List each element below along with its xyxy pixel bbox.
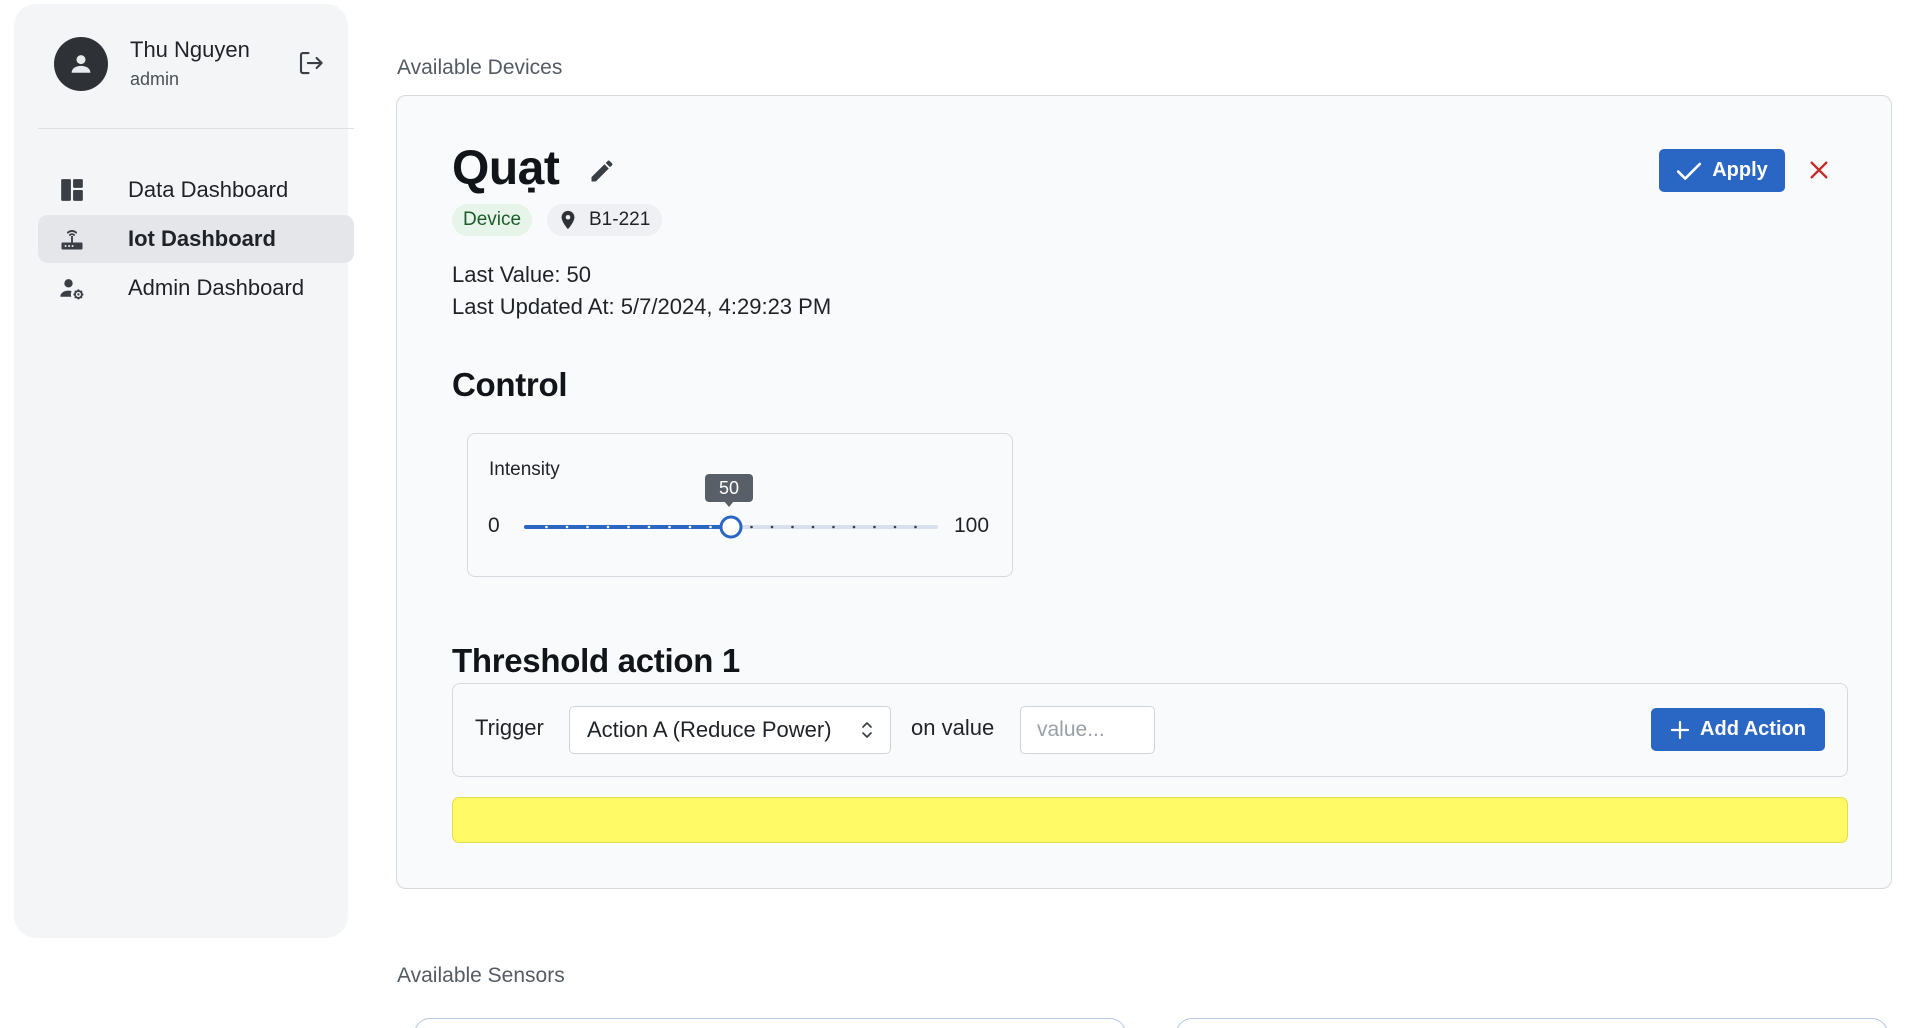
slider-max-label: 100: [954, 514, 990, 537]
close-icon: [1810, 161, 1828, 179]
intensity-slider[interactable]: [524, 507, 938, 547]
admin-settings-icon: [58, 274, 86, 302]
threshold-value-input[interactable]: [1020, 706, 1155, 754]
router-icon: [58, 225, 86, 253]
person-icon: [71, 55, 91, 73]
slider-min-label: 0: [488, 514, 500, 537]
location-pin-icon: [561, 210, 575, 230]
slider-tick: [688, 525, 692, 529]
slider-tick: [606, 525, 610, 529]
pencil-icon: [591, 160, 613, 182]
plus-icon: [1670, 720, 1690, 739]
slider-thumb: [719, 515, 743, 539]
apply-label: Apply: [1712, 159, 1768, 181]
slider-tick: [770, 525, 774, 529]
sidebar-item-label: Admin Dashboard: [128, 275, 305, 300]
logout-icon: [299, 51, 323, 75]
slider-tick: [750, 525, 753, 529]
sidebar-item-iot-dashboard[interactable]: Iot Dashboard: [38, 215, 354, 263]
slider-tick: [627, 525, 630, 529]
device-name: Quạt: [452, 142, 560, 195]
action-select-value: Action A (Reduce Power): [587, 717, 832, 742]
slider-tick: [647, 525, 651, 529]
on-value-label: on value: [911, 715, 995, 740]
slider-tick: [893, 525, 897, 529]
sidebar-divider: [38, 128, 354, 129]
slider-tick: [668, 525, 671, 529]
check-icon: [1677, 162, 1702, 180]
trigger-label: Trigger: [475, 715, 544, 740]
slider-tick: [586, 525, 589, 529]
location-text: B1-221: [589, 209, 651, 230]
sidebar-item-admin-dashboard[interactable]: Admin Dashboard: [38, 264, 354, 312]
slider-tick: [852, 525, 856, 529]
slider-tick: [545, 525, 548, 529]
available-devices-heading: Available Devices: [397, 56, 563, 79]
intensity-control: Intensity 50 0 100: [467, 433, 1013, 577]
action-select[interactable]: Action A (Reduce Power): [569, 706, 891, 754]
edit-device-button[interactable]: [585, 154, 619, 188]
slider-tick: [832, 525, 835, 529]
cancel-button[interactable]: [1801, 152, 1837, 188]
intensity-label: Intensity: [489, 459, 560, 480]
device-card: Quạt Device B1-221 Last Value: 50 Last U…: [396, 95, 1892, 889]
select-arrows-icon: [862, 722, 872, 738]
slider-tick: [709, 525, 712, 529]
threshold-action-row: Trigger Action A (Reduce Power) on value…: [452, 683, 1848, 777]
apply-button[interactable]: Apply: [1659, 149, 1785, 192]
slider-tick: [873, 525, 876, 529]
slider-tick: [811, 525, 815, 529]
sensor-card[interactable]: [1176, 1018, 1888, 1028]
logout-button[interactable]: [294, 46, 328, 80]
sidebar: Thu Nguyen admin Data Dashboard Iot Dash…: [14, 4, 354, 938]
user-profile: Thu Nguyen admin: [40, 32, 326, 102]
threshold-indicator-bar: [452, 797, 1848, 843]
slider-tick: [791, 525, 794, 529]
sidebar-item-label: Iot Dashboard: [128, 226, 276, 251]
dashboard-icon: [58, 176, 86, 204]
slider-tick: [565, 525, 569, 529]
user-name: Thu Nguyen: [130, 37, 250, 62]
user-role: admin: [130, 69, 180, 89]
threshold-heading: Threshold action 1: [452, 642, 740, 679]
slider-tick: [914, 525, 917, 529]
sidebar-item-data-dashboard[interactable]: Data Dashboard: [38, 166, 354, 214]
slider-value-tooltip: 50: [705, 474, 753, 502]
sensor-card[interactable]: [414, 1018, 1126, 1028]
control-heading: Control: [452, 366, 568, 403]
sidebar-item-label: Data Dashboard: [128, 177, 289, 202]
avatar: [54, 37, 108, 91]
last-value: Last Value: 50: [452, 262, 592, 287]
last-updated: Last Updated At: 5/7/2024, 4:29:23 PM: [452, 294, 832, 319]
add-action-button[interactable]: Add Action: [1651, 708, 1825, 751]
location-badge: B1-221: [547, 204, 663, 236]
add-action-label: Add Action: [1700, 718, 1806, 740]
device-type-badge: Device: [452, 204, 533, 236]
available-sensors-heading: Available Sensors: [397, 964, 565, 987]
